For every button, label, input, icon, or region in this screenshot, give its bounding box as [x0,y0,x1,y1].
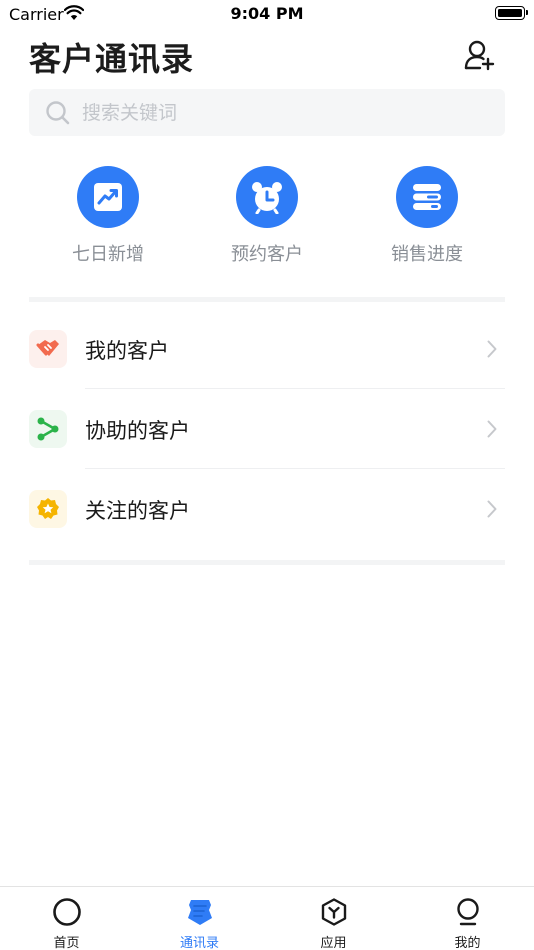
add-user-icon [464,40,495,71]
trend-chart-icon [77,166,139,228]
profile-icon [456,898,479,926]
page-title: 客户通讯录 [29,40,195,78]
list-item-label: 关注的客户 [85,499,190,523]
clock-time: 9:04 PM [230,4,304,23]
section-divider [29,560,505,565]
add-user-button[interactable] [462,38,496,72]
shortcut-label: 预约客户 [231,244,303,265]
list-item-my-customers[interactable]: 我的客户 [29,309,505,389]
star-badge-icon [29,490,67,528]
contacts-badge-icon [187,900,212,925]
shortcut-sales-progress[interactable]: 销售进度 [372,166,482,266]
search-input[interactable] [82,89,482,136]
shortcut-seven-day-new[interactable]: 七日新增 [53,166,163,266]
apps-hexagon-icon [321,898,346,926]
list-item-followed-customers[interactable]: 关注的客户 [29,469,505,549]
home-circle-icon [52,898,81,926]
tab-label: 首页 [53,936,80,950]
share-nodes-icon [29,410,67,448]
chevron-right-icon [487,420,497,442]
status-bar: Carrier 9:04 PM [0,0,534,28]
progress-bars-icon [396,166,458,228]
tab-label: 通讯录 [179,936,219,950]
search-icon [45,100,71,130]
list-item-label: 我的客户 [85,339,169,363]
chevron-right-icon [487,500,497,522]
tab-mine[interactable]: 我的 [401,887,534,950]
shortcut-appointment-customers[interactable]: 预约客户 [212,166,322,266]
tab-label: 我的 [454,936,481,950]
shortcut-label: 七日新增 [72,244,144,265]
chevron-right-icon [487,340,497,362]
tab-label: 应用 [320,936,347,950]
tab-bar: 首页 通讯录 应用 我的 [0,886,534,950]
tab-apps[interactable]: 应用 [267,887,400,950]
battery-icon [495,6,528,20]
alarm-clock-icon [236,166,298,228]
list-item-assisted-customers[interactable]: 协助的客户 [29,389,505,469]
tab-home[interactable]: 首页 [0,887,133,950]
tab-contacts[interactable]: 通讯录 [133,887,266,950]
search-bar [29,89,505,136]
section-divider [29,297,505,302]
shortcut-label: 销售进度 [391,244,463,265]
handshake-icon [29,330,67,368]
list-item-label: 协助的客户 [85,419,190,443]
